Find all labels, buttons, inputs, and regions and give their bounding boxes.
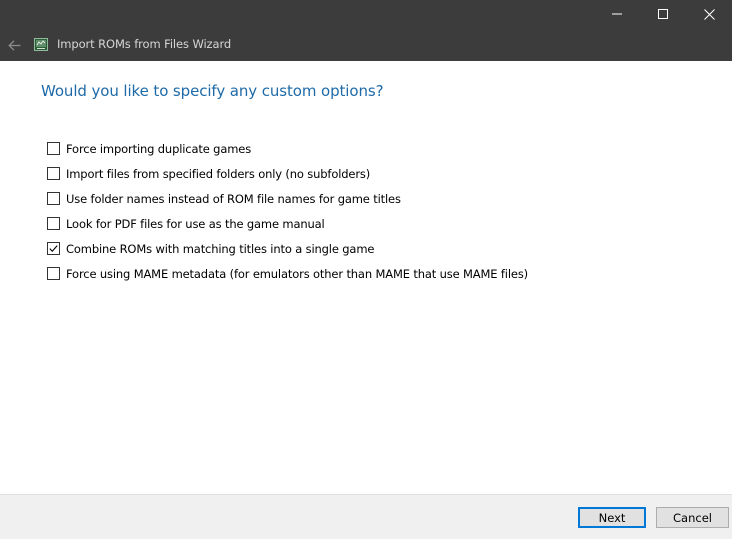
checkbox[interactable] bbox=[47, 192, 60, 205]
checkbox[interactable] bbox=[47, 267, 60, 280]
option-force-duplicates[interactable]: Force importing duplicate games bbox=[47, 136, 528, 161]
minimize-button[interactable] bbox=[594, 0, 640, 28]
arrow-left-icon bbox=[7, 39, 20, 51]
option-label: Force using MAME metadata (for emulators… bbox=[66, 266, 529, 281]
window-controls bbox=[594, 0, 732, 28]
option-label: Look for PDF files for use as the game m… bbox=[66, 216, 325, 231]
close-button[interactable] bbox=[686, 0, 732, 28]
next-button[interactable]: Next bbox=[578, 507, 646, 528]
option-combine-roms[interactable]: Combine ROMs with matching titles into a… bbox=[47, 236, 528, 261]
checkbox-checked[interactable] bbox=[47, 242, 60, 255]
checkbox[interactable] bbox=[47, 167, 60, 180]
back-button[interactable] bbox=[4, 35, 24, 55]
checkbox[interactable] bbox=[47, 142, 60, 155]
option-label: Combine ROMs with matching titles into a… bbox=[66, 241, 375, 256]
page-question: Would you like to specify any custom opt… bbox=[41, 82, 384, 100]
checkbox[interactable] bbox=[47, 217, 60, 230]
close-icon bbox=[703, 8, 715, 20]
option-label: Import files from specified folders only… bbox=[66, 166, 371, 181]
button-bar: Next Cancel bbox=[0, 494, 732, 539]
option-label: Use folder names instead of ROM file nam… bbox=[66, 191, 401, 206]
options-list: Force importing duplicate games Import f… bbox=[47, 136, 528, 286]
window-title: Import ROMs from Files Wizard bbox=[57, 37, 232, 51]
minimize-icon bbox=[612, 13, 622, 15]
title-bar: Import ROMs from Files Wizard bbox=[0, 0, 732, 61]
maximize-button[interactable] bbox=[640, 0, 686, 28]
cancel-button[interactable]: Cancel bbox=[656, 507, 729, 528]
option-specified-folders-only[interactable]: Import files from specified folders only… bbox=[47, 161, 528, 186]
wizard-content: Would you like to specify any custom opt… bbox=[0, 61, 732, 495]
option-label: Force importing duplicate games bbox=[66, 141, 252, 156]
option-folder-names-as-titles[interactable]: Use folder names instead of ROM file nam… bbox=[47, 186, 528, 211]
option-force-mame-metadata[interactable]: Force using MAME metadata (for emulators… bbox=[47, 261, 528, 286]
maximize-icon bbox=[658, 9, 668, 19]
option-pdf-manual[interactable]: Look for PDF files for use as the game m… bbox=[47, 211, 528, 236]
checkmark-icon bbox=[49, 245, 58, 253]
app-icon bbox=[34, 38, 48, 51]
wizard-window: Import ROMs from Files Wizard Would you … bbox=[0, 0, 732, 539]
